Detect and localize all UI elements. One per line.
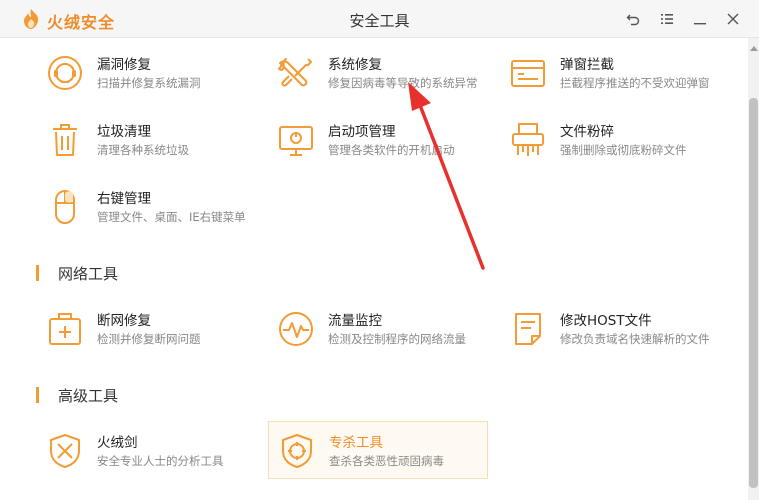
tool-description: 管理各类软件的开机启动 [328,143,455,157]
tool-file-shred[interactable]: 文件粉碎 强制删除或彻底粉碎文件 [500,111,720,169]
close-icon [727,13,739,25]
tool-network-repair[interactable]: 断网修复 检测并修复断网问题 [37,300,257,358]
tool-system-repair[interactable]: 系统修复 修复因病毒等导致的系统异常 [268,44,488,102]
tool-huorong-sword[interactable]: 火绒剑 安全专业人士的分析工具 [37,422,257,480]
sword-shield-icon [50,434,80,468]
list-menu-icon [661,14,673,24]
tool-title: 漏洞修复 [97,57,151,73]
mouse-icon [55,190,75,224]
tool-junk-clean[interactable]: 垃圾清理 清理各种系统垃圾 [37,111,257,169]
tool-popup-block[interactable]: 弹窗拦截 拦截程序推送的不受欢迎弹窗 [500,44,720,102]
tool-title: 启动项管理 [328,124,396,140]
virus-kill-shield-icon [282,434,312,468]
tool-title: 修改HOST文件 [560,313,652,329]
tool-title: 右键管理 [97,191,151,207]
scroll-thumb[interactable] [749,98,758,488]
section-title: 网络工具 [58,265,119,283]
tool-virus-kill[interactable]: 专杀工具 查杀各类恶性顽固病毒 [268,421,488,479]
tool-title: 火绒剑 [97,435,138,451]
tool-title: 断网修复 [97,313,151,329]
tool-description: 修改负责域名快速解析的文件 [560,332,710,346]
tool-traffic-monitor[interactable]: 流量监控 检测及控制程序的网络流量 [268,300,488,358]
tool-title: 系统修复 [328,57,382,73]
tool-description: 安全专业人士的分析工具 [97,454,224,468]
wrench-screwdriver-icon [278,58,312,87]
tool-description: 管理文件、桌面、IE右键菜单 [97,210,246,224]
vulnerability-fix-icon [48,56,82,90]
vertical-scrollbar[interactable] [748,38,759,500]
tool-title: 专杀工具 [329,435,383,451]
tool-description: 扫描并修复系统漏洞 [97,76,201,90]
tool-startup-manage[interactable]: 启动项管理 管理各类软件的开机启动 [268,111,488,169]
tool-title: 弹窗拦截 [560,57,614,73]
tool-description: 修复因病毒等导致的系统异常 [328,76,478,90]
back-icon [626,14,640,26]
tool-description: 检测并修复断网问题 [97,332,201,346]
shredder-icon [512,123,544,156]
tool-description: 检测及控制程序的网络流量 [328,332,466,346]
trash-icon [53,124,77,156]
close-button[interactable] [722,8,744,30]
menu-button[interactable] [656,8,678,30]
network-repair-icon [49,313,81,345]
tool-host-edit[interactable]: 修改HOST文件 修改负责域名快速解析的文件 [500,300,720,358]
window-title: 安全工具 [349,12,410,30]
tool-description: 强制删除或彻底粉碎文件 [560,143,687,157]
tool-title: 流量监控 [328,313,382,329]
scroll-up-icon[interactable] [750,46,758,51]
minimize-button[interactable] [689,8,711,30]
tool-title: 垃圾清理 [97,124,151,140]
tool-title: 文件粉碎 [560,124,614,140]
section-accent-bar [36,265,39,281]
tool-description: 查杀各类恶性顽固病毒 [329,454,444,468]
monitor-startup-icon [279,126,313,156]
tool-vulnerability-fix[interactable]: 漏洞修复 扫描并修复系统漏洞 [37,44,257,102]
popup-window-icon [511,60,545,87]
section-accent-bar [36,387,39,403]
tool-right-click-manage[interactable]: 右键管理 管理文件、桌面、IE右键菜单 [37,178,257,236]
tool-description: 拦截程序推送的不受欢迎弹窗 [560,76,710,90]
title-bar: 火绒安全 安全工具 [0,0,759,38]
tool-description: 清理各种系统垃圾 [97,143,189,157]
minimize-icon [694,23,706,25]
host-file-icon [515,313,541,345]
traffic-monitor-icon [279,312,313,346]
section-title: 高级工具 [58,387,119,405]
back-button[interactable] [622,8,644,30]
